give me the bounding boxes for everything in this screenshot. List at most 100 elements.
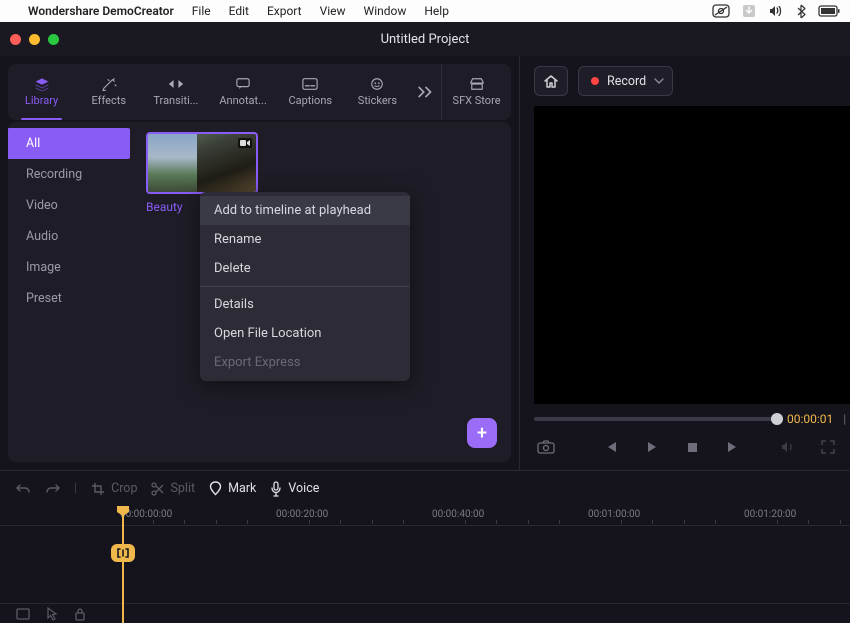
preview-current-time: 00:00:01: [787, 412, 833, 426]
more-arrows-icon: [418, 85, 434, 99]
tab-captions[interactable]: Captions: [277, 64, 344, 120]
ctx-rename[interactable]: Rename: [200, 225, 410, 254]
window-zoom-button[interactable]: [48, 34, 59, 45]
record-button[interactable]: Record: [578, 66, 673, 96]
updates-icon[interactable]: [742, 4, 756, 18]
ruler-minor-tick: [403, 520, 404, 524]
annotations-icon: [235, 77, 251, 91]
tab-annotations[interactable]: Annotat...: [210, 64, 277, 120]
library-icon: [34, 77, 50, 91]
stop-button[interactable]: [680, 435, 704, 459]
playhead-badge[interactable]: [111, 544, 135, 562]
tab-library[interactable]: Library: [8, 64, 75, 120]
bracket-icon: [116, 548, 130, 558]
step-back-icon: [606, 441, 618, 453]
sidebar-item-recording[interactable]: Recording: [8, 159, 136, 190]
tab-annotations-label: Annotat...: [219, 94, 266, 107]
record-dot-icon: [591, 77, 599, 85]
screenrec-icon[interactable]: [712, 4, 730, 18]
preview-canvas[interactable]: [534, 106, 850, 404]
redo-icon: [45, 482, 60, 496]
undo-icon: [16, 482, 31, 496]
app-name[interactable]: Wondershare DemoCreator: [28, 4, 174, 18]
next-frame-button[interactable]: [720, 435, 744, 459]
add-media-button[interactable]: +: [467, 418, 497, 448]
undo-button[interactable]: [16, 482, 31, 496]
voice-button[interactable]: Voice: [270, 481, 319, 497]
crop-button[interactable]: Crop: [91, 481, 137, 496]
mute-button[interactable]: [776, 435, 800, 459]
bluetooth-icon[interactable]: [796, 4, 806, 19]
record-label: Record: [607, 74, 646, 89]
lock-icon[interactable]: [74, 607, 86, 621]
ruler-minor-tick: [840, 520, 841, 524]
menu-view[interactable]: View: [320, 4, 346, 18]
ruler-minor-tick: [621, 520, 622, 524]
tab-more[interactable]: [411, 64, 441, 120]
volume-icon[interactable]: [768, 4, 784, 18]
video-badge-icon: [240, 139, 250, 147]
ruler-minor-tick: [340, 520, 341, 524]
home-button[interactable]: [534, 66, 568, 96]
cursor-icon[interactable]: [46, 607, 58, 621]
redo-button[interactable]: [45, 482, 60, 496]
split-button[interactable]: Split: [151, 481, 195, 496]
clip-context-menu: Add to timeline at playhead Rename Delet…: [200, 192, 410, 381]
tab-effects[interactable]: Effects: [75, 64, 142, 120]
menu-help[interactable]: Help: [424, 4, 449, 18]
sidebar-item-all[interactable]: All: [8, 128, 130, 159]
tab-effects-label: Effects: [91, 94, 126, 107]
zoom-fit-icon[interactable]: [16, 608, 30, 620]
voice-label: Voice: [288, 481, 319, 496]
menu-edit[interactable]: Edit: [229, 4, 249, 18]
home-icon: [543, 74, 559, 89]
ruler-tick: 00:01:00:00: [588, 509, 640, 520]
menu-window[interactable]: Window: [364, 4, 407, 18]
ruler-minor-tick: [372, 520, 373, 524]
window-titlebar: Untitled Project: [0, 22, 850, 56]
window-minimize-button[interactable]: [29, 34, 40, 45]
ruler-minor-tick: [684, 520, 685, 524]
clip-thumbnail[interactable]: [146, 132, 258, 194]
ctx-add-to-timeline[interactable]: Add to timeline at playhead: [200, 196, 410, 225]
sidebar-item-preset[interactable]: Preset: [8, 283, 136, 314]
tab-transitions[interactable]: Transiti...: [142, 64, 209, 120]
menu-export[interactable]: Export: [267, 4, 302, 18]
ctx-export-express: Export Express: [200, 348, 410, 377]
timeline[interactable]: 00:00:00:00 00:00:20:00 00:00:40:00 00:0…: [0, 506, 850, 623]
ruler-minor-tick: [465, 520, 466, 524]
stop-icon: [687, 442, 698, 453]
timeline-playhead[interactable]: [122, 506, 124, 623]
play-icon: [646, 441, 658, 453]
battery-icon[interactable]: [818, 5, 840, 17]
ruler-minor-tick: [496, 520, 497, 524]
mark-icon: [209, 481, 222, 496]
ctx-open-file-location[interactable]: Open File Location: [200, 319, 410, 348]
window-close-button[interactable]: [10, 34, 21, 45]
mark-button[interactable]: Mark: [209, 481, 256, 496]
ruler-minor-tick: [528, 520, 529, 524]
menu-file[interactable]: File: [192, 4, 211, 18]
play-button[interactable]: [640, 435, 664, 459]
ctx-details[interactable]: Details: [200, 290, 410, 319]
sidebar-item-audio[interactable]: Audio: [8, 221, 136, 252]
time-separator: |: [843, 412, 846, 426]
timeline-footer: [0, 603, 850, 623]
scrubber-knob[interactable]: [771, 413, 783, 425]
split-icon: [151, 482, 164, 496]
sfx-store-icon: [469, 77, 485, 91]
macos-menubar: Wondershare DemoCreator File Edit Export…: [0, 0, 850, 22]
tab-stickers[interactable]: Stickers: [344, 64, 411, 120]
fullscreen-button[interactable]: [816, 435, 840, 459]
sidebar-item-image[interactable]: Image: [8, 252, 136, 283]
ctx-divider: [200, 286, 410, 287]
tab-sfx-store[interactable]: SFX Store: [441, 64, 511, 120]
ctx-delete[interactable]: Delete: [200, 254, 410, 283]
status-tray: [712, 4, 840, 19]
prev-frame-button[interactable]: [600, 435, 624, 459]
sidebar-item-video[interactable]: Video: [8, 190, 136, 221]
preview-scrubber[interactable]: [534, 417, 777, 421]
library-sidebar: All Recording Video Audio Image Preset: [8, 122, 136, 462]
tab-sfx-label: SFX Store: [453, 94, 501, 107]
snapshot-button[interactable]: [534, 435, 558, 459]
